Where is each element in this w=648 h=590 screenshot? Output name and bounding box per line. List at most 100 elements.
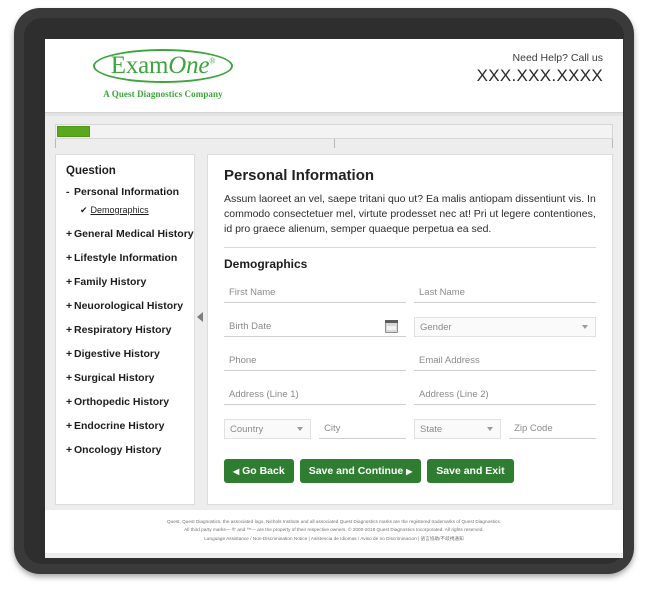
sidebar-item-label: General Medical History (74, 228, 194, 240)
form-actions: ◀ Go Back Save and Continue ▶ Save and E… (224, 458, 596, 483)
sidebar-item-digestive-history[interactable]: + Digestive History (66, 348, 188, 360)
state-selected-value: State (420, 423, 443, 435)
footer-line-1: Quest, Quest Diagnostics, the associated… (166, 519, 501, 524)
logo-text-exam: Exam (110, 52, 169, 79)
help-phone-number: XXX.XXX.XXXX (476, 66, 603, 85)
sidebar-subitem-demographics[interactable]: ✔ Demographics (80, 205, 188, 216)
help-contact: Need Help? Call us XXX.XXX.XXXX (477, 52, 603, 86)
progress-bar-fill (57, 126, 91, 137)
collapse-icon: - (66, 186, 70, 198)
sidebar-item-label: Digestive History (74, 348, 160, 360)
progress-area (45, 116, 623, 150)
expand-icon: + (66, 372, 73, 384)
sidebar-item-label: Family History (74, 276, 147, 288)
chevron-down-icon (297, 426, 304, 431)
sidebar-collapse-button[interactable] (195, 154, 207, 505)
progress-tick (55, 139, 56, 148)
email-input[interactable]: Email Address (414, 350, 596, 371)
sidebar-item-label: Personal Information (74, 186, 180, 198)
country-select[interactable]: Country (224, 418, 312, 439)
sidebar-item-oncology-history[interactable]: + Oncology History (66, 444, 188, 456)
expand-icon: + (66, 348, 73, 360)
expand-icon: + (66, 252, 73, 264)
brand-header: ExamOne® A Quest Diagnostics Company Nee… (45, 39, 623, 112)
first-name-input[interactable]: First Name (224, 282, 406, 303)
sidebar-item-neuorological-history[interactable]: + Neuorological History (66, 300, 188, 312)
form-row-birth-gender: Birth Date Gender (224, 316, 596, 337)
city-input[interactable]: City (319, 418, 406, 439)
section-divider (224, 246, 596, 248)
save-and-exit-button[interactable]: Save and Exit (427, 458, 514, 483)
intro-paragraph: Assum laoreet an vel, saepe tritani quo … (224, 193, 596, 236)
address-line1-input[interactable]: Address (Line 1) (224, 384, 406, 405)
page-title: Personal Information (224, 167, 375, 184)
sidebar-item-label: Orthopedic History (74, 396, 170, 408)
sidebar-item-label: Respiratory History (74, 324, 172, 336)
check-icon: ✔ (80, 205, 88, 215)
expand-icon: + (66, 444, 73, 456)
device-bezel: ExamOne® A Quest Diagnostics Company Nee… (14, 8, 634, 574)
go-back-button[interactable]: ◀ Go Back (224, 458, 294, 483)
last-name-input[interactable]: Last Name (414, 282, 596, 303)
sidebar-item-orthopedic-history[interactable]: + Orthopedic History (66, 396, 188, 408)
form-row-name: First Name Last Name (224, 282, 596, 303)
sidebar-item-label: Endocrine History (74, 420, 165, 432)
expand-icon: + (66, 324, 73, 336)
go-back-label: Go Back (242, 464, 285, 477)
form-row-address: Address (Line 1) Address (Line 2) (224, 384, 596, 405)
gender-selected-value: Gender (419, 321, 452, 333)
chevron-left-icon (197, 312, 203, 322)
save-and-continue-label: Save and Continue (308, 464, 404, 477)
save-and-continue-button[interactable]: Save and Continue ▶ (299, 458, 422, 483)
examone-logo[interactable]: ExamOne® A Quest Diagnostics Company (63, 49, 263, 99)
logo-oval: ExamOne® (92, 49, 234, 83)
progress-tick (334, 139, 335, 148)
question-sidebar: Question - Personal Information ✔ Demograph… (55, 154, 195, 505)
main-panel: Personal Information Assum laoreet an ve… (207, 154, 613, 505)
app-screen: ExamOne® A Quest Diagnostics Company Nee… (45, 39, 623, 558)
sidebar-item-respiratory-history[interactable]: + Respiratory History (66, 324, 188, 336)
sidebar-subitem-label: Demographics (90, 205, 149, 215)
legal-footer: Quest, Quest Diagnostics, the associated… (45, 509, 623, 554)
chevron-down-icon (487, 426, 494, 431)
sidebar-item-family-history[interactable]: + Family History (66, 276, 188, 288)
sidebar-item-label: Neuorological History (74, 300, 184, 312)
state-select[interactable]: State (414, 418, 502, 439)
sidebar-item-endocrine-history[interactable]: + Endocrine History (66, 420, 188, 432)
arrow-right-icon: ▶ (406, 466, 413, 476)
form-row-contact: Phone Email Address (224, 350, 596, 371)
progress-tick (612, 139, 613, 148)
sidebar-item-general-medical-history[interactable]: + General Medical History (66, 228, 194, 240)
address-line2-input[interactable]: Address (Line 2) (414, 384, 596, 405)
logo-tagline: A Quest Diagnostics Company (103, 89, 223, 99)
progress-bar (55, 124, 613, 139)
birth-date-placeholder: Birth Date (229, 320, 272, 332)
calendar-icon[interactable] (384, 319, 398, 333)
footer-line-2: All third party marks— ®' and ™— are the… (184, 527, 484, 533)
logo-trademark-icon: ® (209, 56, 216, 66)
sidebar-item-label: Surgical History (74, 372, 155, 384)
expand-icon: + (66, 300, 73, 312)
phone-input[interactable]: Phone (224, 350, 406, 371)
logo-text-one: One (168, 52, 210, 79)
section-title-demographics: Demographics (224, 256, 308, 271)
expand-icon: + (66, 396, 73, 408)
sidebar-item-surgical-history[interactable]: + Surgical History (66, 372, 188, 384)
sidebar-item-personal-information[interactable]: - Personal Information (66, 186, 188, 198)
logo-text: ExamOne® (110, 52, 216, 79)
sidebar-item-lifestyle-information[interactable]: + Lifestyle Information (66, 252, 188, 264)
save-and-exit-label: Save and Exit (436, 464, 505, 477)
zip-code-input[interactable]: Zip Code (509, 418, 596, 439)
sidebar-nav-list: - Personal Information ✔ Demographics + Gener… (66, 186, 194, 456)
expand-icon: + (66, 276, 73, 288)
content-row: Question - Personal Information ✔ Demograph… (45, 150, 623, 505)
sidebar-title: Question (66, 165, 116, 177)
sidebar-item-label: Oncology History (74, 444, 162, 456)
birth-date-input[interactable]: Birth Date (224, 316, 406, 337)
progress-tick-row (55, 139, 613, 150)
footer-line-3[interactable]: Language Assistance / Non-Discrimination… (85, 535, 583, 543)
help-label: Need Help? Call us (512, 52, 603, 64)
sidebar-item-label: Lifestyle Information (74, 252, 178, 264)
form-row-locale: Country City State Zip Code (224, 418, 596, 439)
gender-select[interactable]: Gender (413, 316, 596, 337)
